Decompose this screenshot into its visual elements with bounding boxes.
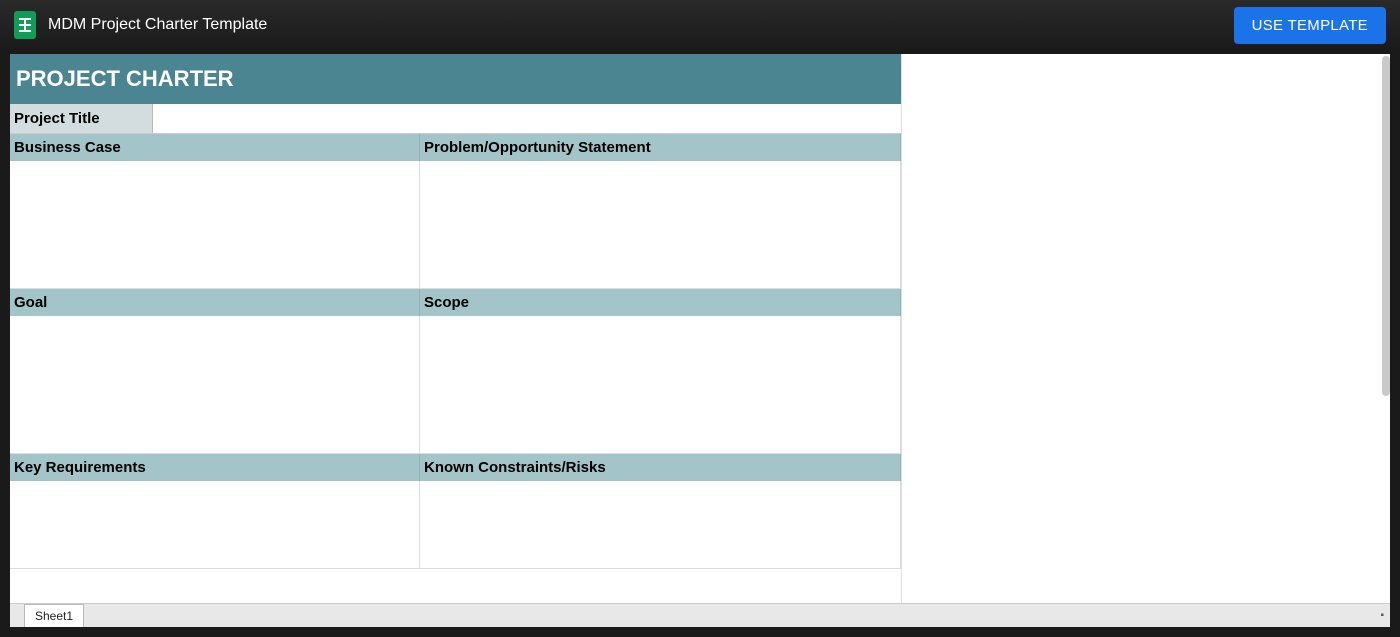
problem-statement-header[interactable]: Problem/Opportunity Statement [420,134,901,161]
scope-header[interactable]: Scope [420,289,901,316]
document-title: MDM Project Charter Template [48,16,267,34]
section-headers-row-3: Key Requirements Known Constraints/Risks [10,454,901,481]
key-requirements-cell[interactable] [10,481,420,569]
workspace: PROJECT CHARTER Project Title Business C… [0,50,1400,637]
known-constraints-cell[interactable] [420,481,901,569]
sheet-viewport: PROJECT CHARTER Project Title Business C… [10,54,1390,627]
business-case-cell[interactable] [10,161,420,289]
known-constraints-header[interactable]: Known Constraints/Risks [420,454,901,481]
project-title-label-cell[interactable]: Project Title [10,104,153,133]
section-headers-row-2: Goal Scope [10,289,901,316]
charter-heading: PROJECT CHARTER [10,54,901,104]
sheet-tabs-bar: Sheet1 ▪ [10,603,1390,627]
business-case-header[interactable]: Business Case [10,134,420,161]
sheet-tab-sheet1[interactable]: Sheet1 [24,604,84,627]
key-requirements-header[interactable]: Key Requirements [10,454,420,481]
section-headers-row-1: Business Case Problem/Opportunity Statem… [10,134,901,161]
sheets-icon [14,11,36,39]
sheet-content[interactable]: PROJECT CHARTER Project Title Business C… [10,54,1382,603]
sheet-tabs-spacer [10,604,24,627]
problem-statement-cell[interactable] [420,161,901,289]
topbar: MDM Project Charter Template USE TEMPLAT… [0,0,1400,50]
goal-header[interactable]: Goal [10,289,420,316]
goal-cell[interactable] [10,316,420,454]
vertical-scrollbar[interactable] [1382,56,1390,396]
section-body-row-2 [10,316,901,454]
scope-cell[interactable] [420,316,901,454]
use-template-button[interactable]: USE TEMPLATE [1234,7,1386,44]
project-title-value-cell[interactable] [153,104,901,133]
blank-area[interactable] [901,54,1382,603]
topbar-left: MDM Project Charter Template [14,11,267,39]
tab-overflow-icon[interactable]: ▪ [1380,610,1384,621]
section-body-row-3 [10,481,901,569]
project-title-row: Project Title [10,104,901,134]
section-body-row-1 [10,161,901,289]
